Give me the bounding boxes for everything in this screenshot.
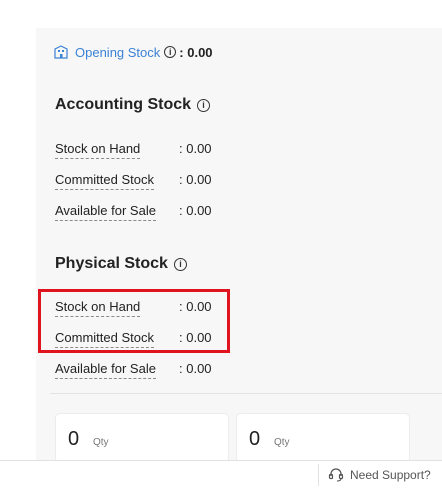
qty-card: 0 Qty (237, 414, 409, 462)
qty-unit: Qty (93, 437, 109, 448)
building-icon (54, 45, 68, 59)
qty-unit: Qty (274, 437, 290, 448)
qty-card: 0 Qty (56, 414, 228, 462)
item-stock-panel (36, 28, 442, 460)
accounting-stock-heading: Accounting Stock i (55, 96, 211, 114)
need-support-button[interactable]: Need Support? (328, 467, 431, 482)
accounting-stock-title: Accounting Stock (55, 96, 192, 113)
opening-stock-row: Opening Stock i : 0.00 (54, 44, 213, 60)
stock-on-hand-label[interactable]: Stock on Hand (55, 141, 141, 159)
qty-value: 0 (68, 428, 80, 450)
highlight-annotation-box (38, 289, 230, 353)
opening-stock-value: : 0.00 (179, 44, 213, 60)
available-for-sale-label[interactable]: Available for Sale (55, 361, 156, 379)
committed-stock-label[interactable]: Committed Stock (55, 172, 154, 190)
info-icon[interactable]: i (173, 257, 187, 271)
committed-stock-value: : 0.00 (179, 172, 212, 187)
available-for-sale-label[interactable]: Available for Sale (55, 203, 156, 221)
need-support-label: Need Support? (350, 467, 431, 482)
footer-bar: Need Support? (0, 460, 442, 488)
headset-icon (328, 468, 344, 482)
info-icon[interactable]: i (197, 98, 211, 112)
available-for-sale-value: : 0.00 (179, 361, 212, 376)
section-divider (50, 393, 442, 394)
physical-stock-heading: Physical Stock i (55, 255, 187, 273)
physical-stock-title: Physical Stock (55, 255, 168, 272)
available-for-sale-value: : 0.00 (179, 203, 212, 218)
qty-value: 0 (249, 428, 261, 450)
stock-on-hand-value: : 0.00 (179, 141, 212, 156)
info-icon[interactable]: i (164, 46, 177, 58)
footer-divider (318, 464, 319, 486)
opening-stock-link[interactable]: Opening Stock (75, 45, 160, 60)
